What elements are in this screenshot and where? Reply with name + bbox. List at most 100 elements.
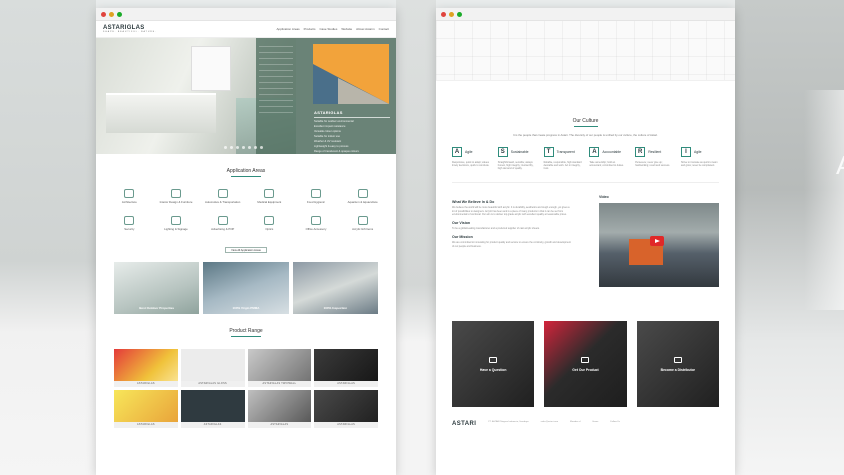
product-card[interactable]: ASTARIGLAS [180, 390, 245, 429]
view-all-applications-button[interactable]: View All Application Areas [225, 247, 267, 254]
nav-item[interactable]: Products [304, 27, 316, 31]
value-letter: T [543, 147, 554, 157]
value-letter: I [680, 147, 691, 157]
feature-photo[interactable]: Best Outdoor Properties [114, 262, 200, 315]
application-grid: Architecture Interior Design & Furniture… [96, 189, 396, 231]
value-name: Resilient [648, 150, 662, 154]
lamp-icon [170, 216, 181, 226]
maximize-dot[interactable] [457, 11, 462, 17]
product-range-title: Product Range [96, 328, 396, 337]
product-card[interactable]: ASTARIGLAS [114, 349, 178, 388]
footer-column: PT. ASTARI Niagara Indonesia, Surabaya [488, 421, 529, 424]
application-item[interactable]: Acrylic Gift Items [339, 216, 386, 231]
application-item[interactable]: Automotive & Transportation [199, 189, 246, 204]
hero-line: Suitable for indoor use [314, 135, 340, 138]
product-label: ASTARIGLAS [314, 381, 378, 388]
carousel-dots[interactable] [224, 146, 263, 149]
sign-icon [217, 216, 228, 226]
nav-item[interactable]: Application Areas [276, 27, 299, 31]
close-dot[interactable] [441, 11, 446, 17]
shield-icon [124, 216, 135, 226]
hero-brand: ASTARIGLAS [314, 110, 343, 115]
furniture-icon [170, 189, 181, 198]
product-label: ASTARIGLAS [180, 422, 245, 429]
application-item[interactable]: Food Hygienic [293, 189, 340, 204]
background-middle [396, 0, 436, 475]
footer-column[interactable]: Home [593, 421, 599, 427]
application-item[interactable]: Office Accessory [293, 216, 340, 231]
footer-column: Member of [570, 421, 581, 424]
value-letter: R [635, 147, 646, 157]
aquarium-icon [357, 189, 368, 198]
value-name: Accountable [602, 150, 622, 154]
product-card[interactable]: ASTARIGLAS [314, 390, 378, 429]
medical-icon [264, 189, 275, 198]
nav-item[interactable]: Almac Astarm [356, 27, 375, 31]
logo-tagline: SHAPE. BEAUTIFUL. NATURE. [103, 31, 157, 33]
product-label: ASTARIGLAS [114, 422, 178, 429]
have-question-card[interactable]: Have a Question [452, 321, 535, 408]
footer-column[interactable]: sales@astari.com [541, 421, 558, 427]
background-glow [804, 90, 844, 310]
feature-photo[interactable]: 100% Inspection [292, 262, 378, 315]
cta-label: Become a Distributor [660, 368, 695, 373]
mission-title: Our Mission [452, 235, 473, 240]
product-card[interactable]: ASTARIGLAS GLOSS [180, 349, 245, 388]
application-item[interactable]: Architecture [106, 189, 153, 204]
value-desc: Responsive, quick to adapt; values timel… [452, 161, 490, 168]
value-item: I Agile Strive to innovate as quick to lea… [680, 147, 719, 170]
hero-line: Weather & UV resistant [314, 140, 342, 143]
vision-text: To be a global-leading manufacturer and … [452, 227, 540, 231]
culture-title: Our Culture [436, 118, 735, 127]
site-logo[interactable]: ASTARIGLAS SHAPE. BEAUTIFUL. NATURE. [103, 25, 157, 33]
hero-counter [106, 93, 216, 133]
minimize-dot[interactable] [449, 11, 454, 17]
product-card[interactable]: ASTARIGLAS [314, 349, 378, 388]
value-name: Agile [465, 150, 473, 154]
about-text: What We Believe In & Do We believe the w… [452, 195, 572, 287]
hero-line: Suitable for outdoor environmental [314, 120, 354, 123]
value-letter: A [452, 147, 462, 157]
value-item: T Transparent Reliable, responsible, high … [543, 147, 582, 170]
cta-label: Have a Question [479, 368, 507, 373]
application-item[interactable]: Security [106, 216, 153, 231]
product-card[interactable]: ASTARIGLAS [114, 390, 178, 429]
value-letter: S [497, 147, 508, 157]
feature-photo[interactable]: 100% Virgin PMMA [203, 262, 289, 315]
culture-values: A Agile Responsive, quick to adapt; values… [436, 147, 735, 170]
value-name: Agile [693, 150, 702, 154]
video-section: Video [599, 195, 719, 288]
value-letter: A [589, 147, 600, 157]
minimize-dot[interactable] [109, 11, 114, 17]
product-card[interactable]: ASTARIGLAS TWINWALL [247, 349, 312, 388]
application-item[interactable]: Medical Equipment [246, 189, 293, 204]
browser-window-homepage: ASTARIGLAS SHAPE. BEAUTIFUL. NATURE. App… [96, 8, 396, 475]
application-item[interactable]: Lighting & Signage [153, 216, 200, 231]
close-dot[interactable] [101, 11, 106, 17]
nav-item[interactable]: Case Studies [320, 27, 338, 31]
application-item[interactable]: Advertising & POP [199, 216, 246, 231]
site-footer: ASTARI PT. ASTARI Niagara Indonesia, Sur… [436, 421, 735, 427]
application-item[interactable]: Optics [246, 216, 293, 231]
chat-icon [489, 357, 498, 364]
get-product-card[interactable]: Get Our Product [544, 321, 627, 408]
application-item[interactable]: Interior Design & Furniture [153, 189, 200, 204]
product-label: ASTARIGLAS TWINWALL [247, 381, 312, 388]
nav-item[interactable]: Website [341, 27, 352, 31]
hero-artwork [313, 44, 389, 104]
application-item[interactable]: Aquarium & Aquaculture [339, 189, 386, 204]
cta-label: Get Our Product [572, 368, 599, 373]
footer-column: Follow Us [610, 421, 620, 424]
footer-logo[interactable]: ASTARI [452, 421, 476, 427]
product-card[interactable]: ASTARIGLAS [247, 390, 312, 429]
maximize-dot[interactable] [117, 11, 122, 17]
value-desc: Straightforward, sensible; always honest… [497, 161, 534, 171]
hero-banner: ASTARIGLAS Suitable for outdoor environm… [96, 38, 396, 154]
play-icon[interactable] [650, 236, 664, 247]
nav-item[interactable]: Contact [379, 27, 389, 31]
feature-photos: Best Outdoor Properties 100% Virgin PMMA… [96, 262, 396, 315]
photo-caption: 100% Virgin PMMA [232, 306, 260, 311]
become-distributor-card[interactable]: Become a Distributor [636, 321, 719, 408]
value-item: A Agile Responsive, quick to adapt; values… [452, 147, 490, 170]
video-player[interactable] [599, 203, 719, 288]
